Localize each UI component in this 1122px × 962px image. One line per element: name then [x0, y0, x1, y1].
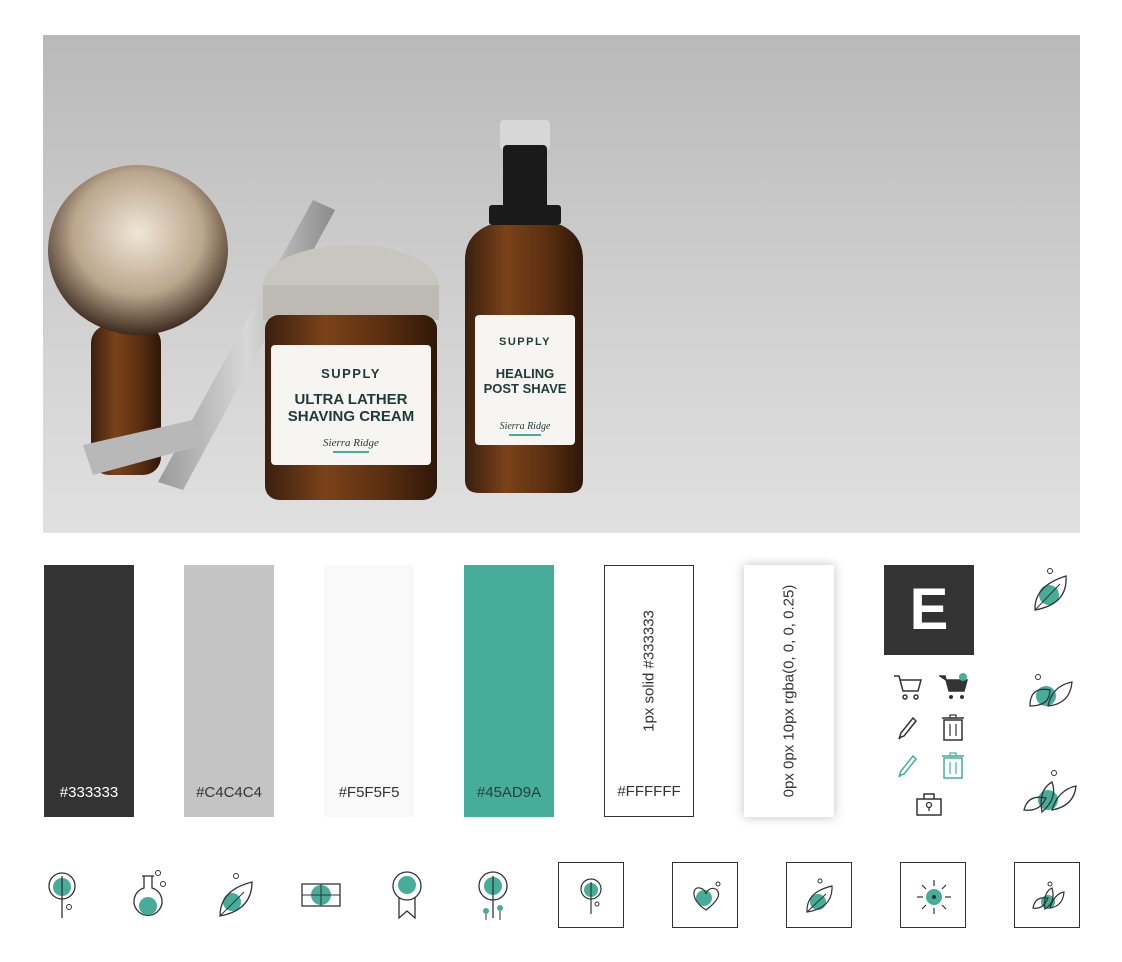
badge-icon	[392, 871, 422, 920]
post-shave-bottle: SUPPLY HEALING POST SHAVE Sierra Ridge	[465, 120, 583, 493]
jar-brand: SUPPLY	[321, 366, 381, 381]
flask-icon	[133, 870, 166, 917]
boxed-heart-icon	[693, 881, 721, 911]
swatch-light: #F5F5F5	[324, 565, 414, 817]
swatch-dark-label: #333333	[59, 784, 119, 801]
boxed-sun-icon	[917, 880, 951, 914]
boxed-leaf-tile	[786, 862, 852, 928]
swatch-white-label: #FFFFFF	[617, 783, 681, 800]
swatch-gray-label: #C4C4C4	[196, 784, 262, 801]
trash-accent-icon[interactable]	[942, 752, 964, 780]
lock-icon[interactable]	[915, 791, 943, 817]
boxed-heart-tile	[672, 862, 738, 928]
cart-icon[interactable]	[893, 673, 923, 701]
leaf-single-icon	[1034, 568, 1067, 611]
shaving-cream-jar: SUPPLY ULTRA LATHER SHAVING CREAM Sierra…	[263, 245, 439, 500]
flower-icon	[48, 872, 76, 918]
swatch-gray: #C4C4C4	[184, 565, 274, 817]
boxed-flower-icon	[580, 878, 602, 914]
plant-icon	[478, 871, 508, 920]
bottle-line-2: POST SHAVE	[484, 381, 567, 396]
jar-line-2: SHAVING CREAM	[288, 408, 414, 425]
frame-icon	[301, 883, 341, 907]
swatch-accent-label: #45AD9A	[476, 784, 542, 801]
bottle-brand: SUPPLY	[499, 336, 551, 348]
swatch-dark: #333333	[44, 565, 134, 817]
leaf-double-icon	[1029, 674, 1073, 707]
boxed-leaves-icon	[1032, 881, 1065, 911]
boxed-sun-tile	[900, 862, 966, 928]
boxed-leaf-icon	[806, 878, 833, 913]
brand-logo-tile: E	[884, 565, 974, 655]
pencil-icon[interactable]	[897, 715, 919, 741]
pencil-accent-icon[interactable]	[897, 753, 919, 779]
swatch-light-label: #F5F5F5	[338, 784, 400, 801]
border-spec-label: 1px solid #333333	[640, 610, 658, 732]
bottle-signature: Sierra Ridge	[500, 421, 551, 432]
hero-product-photo: SUPPLY ULTRA LATHER SHAVING CREAM Sierra…	[43, 35, 1080, 533]
swatch-accent: #45AD9A	[464, 565, 554, 817]
swatch-shadow: 0px 0px 10px rgba(0, 0, 0, 0.25)	[744, 565, 834, 817]
boxed-flower-tile	[558, 862, 624, 928]
bottle-line-1: HEALING	[496, 366, 555, 381]
trash-icon[interactable]	[942, 714, 964, 742]
leaf-icon	[219, 873, 253, 917]
boxed-leaves-tile	[1014, 862, 1080, 928]
jar-line-1: ULTRA LATHER	[294, 391, 407, 408]
shadow-spec-label: 0px 0px 10px rgba(0, 0, 0, 0.25)	[780, 584, 798, 798]
jar-signature: Sierra Ridge	[323, 437, 379, 449]
swatch-white-bordered: 1px solid #333333 #FFFFFF	[604, 565, 694, 817]
leaf-triple-icon	[1023, 770, 1077, 814]
cart-badge-icon[interactable]	[939, 673, 969, 701]
